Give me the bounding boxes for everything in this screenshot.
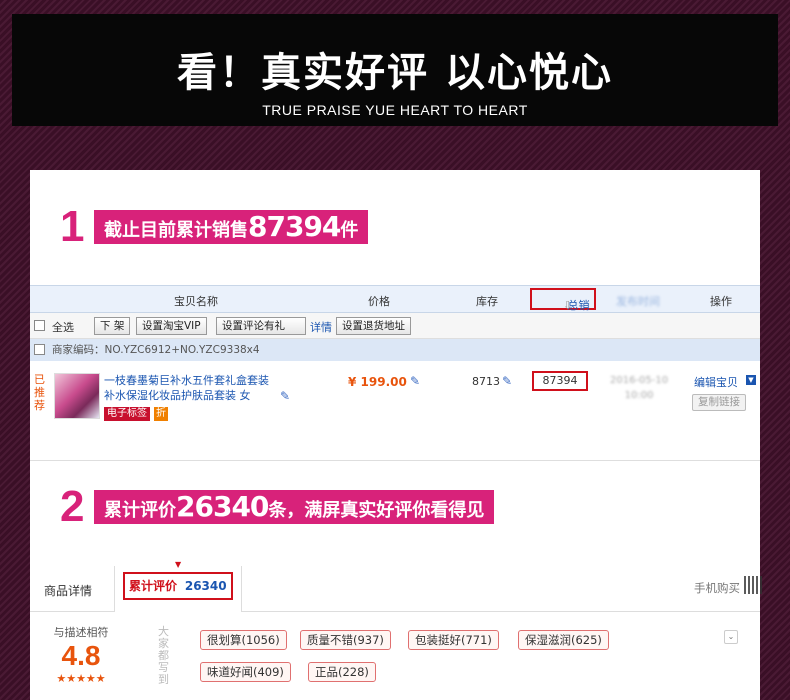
recommend-char: 荐 — [34, 399, 45, 412]
rating-summary: 与描述相符 4.8 ★★★★★ — [46, 624, 116, 685]
tab-reviews[interactable]: ▼ 累计评价 26340 — [114, 560, 242, 612]
table-header: 宝贝名称 价格 库存 总销量⇩ 发布时间 操作 — [30, 285, 760, 330]
detail-tabs: 商品详情 ▼ 累计评价 26340 手机购买 — [30, 560, 762, 612]
select-all-checkbox[interactable] — [34, 320, 45, 331]
row-checkbox[interactable] — [34, 344, 45, 355]
edit-title-pencil-icon[interactable]: ✎ — [280, 389, 290, 403]
step-suffix: 条，满屏真实好评你看得见 — [268, 500, 485, 521]
step-suffix: 件 — [340, 220, 359, 241]
select-all-label: 全选 — [52, 321, 74, 334]
detail-link[interactable]: 详情 — [310, 319, 332, 335]
publish-date: 2016-05-10 — [610, 375, 669, 386]
product-thumbnail[interactable] — [54, 373, 100, 419]
review-tag[interactable]: 保湿滋润(625) — [518, 630, 609, 650]
qr-code-icon[interactable] — [744, 576, 762, 594]
step-2-heading: 2 累计评价26340条，满屏真实好评你看得见 — [60, 484, 495, 530]
e-tag-badge: 电子标签 — [104, 407, 150, 421]
delist-button[interactable]: 下 架 — [94, 317, 131, 335]
reviews-label: 累计评价 — [129, 579, 178, 593]
review-gift-button[interactable]: 设置评论有礼 — [216, 317, 306, 335]
review-tag[interactable]: 正品(228) — [308, 662, 376, 682]
col-actions: 操作 — [710, 295, 732, 308]
review-tag[interactable]: 很划算(1056) — [200, 630, 287, 650]
recommend-char: 推 — [34, 386, 45, 399]
set-vip-button[interactable]: 设置淘宝VIP — [136, 317, 207, 335]
expand-tags-chevron-icon[interactable]: ⌄ — [724, 630, 738, 644]
review-tag[interactable]: 质量不错(937) — [300, 630, 391, 650]
reviews-count: 26340 — [184, 579, 227, 593]
bulk-toolbar: 全选 下 架 设置淘宝VIP 设置评论有礼 详情 设置退货地址 — [30, 313, 760, 339]
rating-label: 与描述相符 — [53, 626, 109, 639]
product-price: ¥ 199.00 — [348, 375, 407, 389]
col-total-sales-sort[interactable]: 总销量⇩ — [530, 288, 596, 330]
step-prefix: 累计评价 — [104, 500, 176, 521]
merchant-code: 商家编码：NO.YZC6912+NO.YZC9338x4 — [52, 344, 260, 356]
banner-subtitle: TRUE PRAISE YUE HEART TO HEART — [262, 102, 528, 118]
recommended-badge: 已 推 荐 — [34, 373, 46, 412]
rating-score: 4.8 — [61, 640, 101, 671]
discount-badge: 折 — [154, 407, 168, 421]
banner-title: 看！真实好评 以心悦心 — [177, 50, 613, 96]
table-row: 已 推 荐 一枝春墨菊巨补水五件套礼盒套装 补水保湿化妆品护肤品套装 女 ✎ 电… — [30, 361, 760, 461]
step-value: 87394 — [248, 210, 341, 243]
edit-stock-pencil-icon[interactable]: ✎ — [502, 374, 512, 388]
section-divider — [30, 460, 760, 461]
publish-clock: 10:00 — [624, 390, 654, 401]
step-value: 26340 — [176, 490, 269, 523]
col-name: 宝贝名称 — [174, 295, 218, 308]
product-stock: 8713 — [472, 375, 500, 388]
everyone-says-label: 大家都写到 — [158, 625, 169, 686]
content-panel: 1 截止目前累计销售87394件 宝贝名称 价格 库存 总销量⇩ 发布时间 操作… — [30, 170, 762, 700]
active-tab-indicator-icon: ▼ — [175, 560, 182, 569]
tab-details[interactable]: 商品详情 — [44, 582, 92, 599]
mobile-buy-link[interactable]: 手机购买 — [694, 580, 740, 596]
recommend-char: 已 — [34, 373, 45, 386]
reviews-count-box: 累计评价 26340 — [123, 572, 233, 600]
header-banner: 看！真实好评 以心悦心 TRUE PRAISE YUE HEART TO HEA… — [12, 14, 778, 126]
col-stock: 库存 — [476, 295, 498, 308]
review-tag[interactable]: 味道好闻(409) — [200, 662, 291, 682]
edit-item-link[interactable]: 编辑宝贝 — [694, 374, 738, 390]
step-1-heading: 1 截止目前累计销售87394件 — [60, 204, 369, 250]
step-label: 累计评价26340条，满屏真实好评你看得见 — [94, 490, 495, 524]
step-label: 截止目前累计销售87394件 — [94, 210, 369, 244]
publish-time: 2016-05-10 10:00 — [610, 373, 668, 403]
copy-link-button[interactable]: 复制链接 — [692, 394, 746, 411]
product-title-link[interactable]: 一枝春墨菊巨补水五件套礼盒套装 补水保湿化妆品护肤品套装 女 — [104, 373, 280, 403]
rating-stars: ★★★★★ — [56, 672, 106, 685]
total-sales-value: 87394 — [532, 371, 588, 391]
chevron-down-icon[interactable]: ▼ — [746, 375, 756, 385]
badges: 电子标签 折 — [104, 407, 168, 421]
step-prefix: 截止目前累计销售 — [104, 220, 248, 241]
merchant-code-row: 商家编码：NO.YZC6912+NO.YZC9338x4 — [30, 339, 760, 361]
return-address-button[interactable]: 设置退货地址 — [336, 317, 411, 335]
review-tag[interactable]: 包装挺好(771) — [408, 630, 499, 650]
edit-price-pencil-icon[interactable]: ✎ — [410, 374, 420, 388]
col-publish-time[interactable]: 发布时间 — [616, 293, 660, 309]
col-price: 价格 — [368, 295, 390, 308]
